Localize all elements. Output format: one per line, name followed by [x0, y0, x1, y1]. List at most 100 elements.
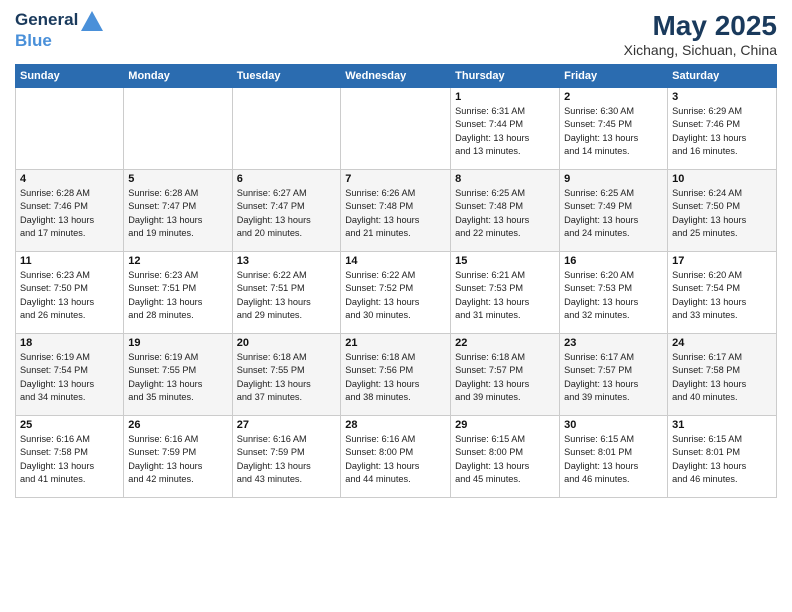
day-info: Sunrise: 6:25 AM Sunset: 7:48 PM Dayligh…: [455, 187, 555, 240]
calendar-cell: 4 Sunrise: 6:28 AM Sunset: 7:46 PM Daylig…: [16, 170, 124, 252]
day-number: 28: [345, 419, 446, 431]
calendar-week-row: 4 Sunrise: 6:28 AM Sunset: 7:46 PM Daylig…: [16, 170, 777, 252]
calendar-cell: 12 Sunrise: 6:23 AM Sunset: 7:51 PM Dayli…: [124, 252, 232, 334]
day-number: 24: [672, 337, 772, 349]
day-info: Sunrise: 6:15 AM Sunset: 8:00 PM Dayligh…: [455, 433, 555, 486]
calendar-week-row: 25 Sunrise: 6:16 AM Sunset: 7:58 PM Dayli…: [16, 416, 777, 498]
day-info: Sunrise: 6:19 AM Sunset: 7:55 PM Dayligh…: [128, 351, 227, 404]
day-number: 20: [237, 337, 337, 349]
calendar-cell: 7 Sunrise: 6:26 AM Sunset: 7:48 PM Daylig…: [341, 170, 451, 252]
day-info: Sunrise: 6:21 AM Sunset: 7:53 PM Dayligh…: [455, 269, 555, 322]
day-info: Sunrise: 6:22 AM Sunset: 7:51 PM Dayligh…: [237, 269, 337, 322]
day-info: Sunrise: 6:20 AM Sunset: 7:54 PM Dayligh…: [672, 269, 772, 322]
weekday-header: Tuesday: [232, 65, 341, 88]
day-info: Sunrise: 6:18 AM Sunset: 7:57 PM Dayligh…: [455, 351, 555, 404]
day-info: Sunrise: 6:28 AM Sunset: 7:47 PM Dayligh…: [128, 187, 227, 240]
calendar-cell: 24 Sunrise: 6:17 AM Sunset: 7:58 PM Dayli…: [668, 334, 777, 416]
day-number: 21: [345, 337, 446, 349]
day-info: Sunrise: 6:24 AM Sunset: 7:50 PM Dayligh…: [672, 187, 772, 240]
calendar-cell: 9Sunrise: 6:25 AM Sunset: 7:49 PM Daylig…: [560, 170, 668, 252]
weekday-header: Thursday: [451, 65, 560, 88]
day-number: 14: [345, 255, 446, 267]
calendar-cell: 8 Sunrise: 6:25 AM Sunset: 7:48 PM Daylig…: [451, 170, 560, 252]
day-number: 8: [455, 173, 555, 185]
day-info: Sunrise: 6:23 AM Sunset: 7:51 PM Dayligh…: [128, 269, 227, 322]
calendar-header-row: SundayMondayTuesdayWednesdayThursdayFrid…: [16, 65, 777, 88]
day-number: 7: [345, 173, 446, 185]
day-number: 11: [20, 255, 119, 267]
day-number: 4: [20, 173, 119, 185]
day-info: Sunrise: 6:18 AM Sunset: 7:55 PM Dayligh…: [237, 351, 337, 404]
calendar-cell: 11 Sunrise: 6:23 AM Sunset: 7:50 PM Dayli…: [16, 252, 124, 334]
page-header: General Blue May 2025 Xichang, Sichuan, …: [15, 10, 777, 58]
day-number: 1: [455, 91, 555, 103]
calendar-cell: 20 Sunrise: 6:18 AM Sunset: 7:55 PM Dayli…: [232, 334, 341, 416]
day-info: Sunrise: 6:15 AM Sunset: 8:01 PM Dayligh…: [564, 433, 663, 486]
calendar-cell: 23 Sunrise: 6:17 AM Sunset: 7:57 PM Dayli…: [560, 334, 668, 416]
calendar-cell: 31 Sunrise: 6:15 AM Sunset: 8:01 PM Dayli…: [668, 416, 777, 498]
day-info: Sunrise: 6:16 AM Sunset: 7:58 PM Dayligh…: [20, 433, 119, 486]
day-info: Sunrise: 6:17 AM Sunset: 7:57 PM Dayligh…: [564, 351, 663, 404]
day-info: Sunrise: 6:28 AM Sunset: 7:46 PM Dayligh…: [20, 187, 119, 240]
day-info: Sunrise: 6:17 AM Sunset: 7:58 PM Dayligh…: [672, 351, 772, 404]
day-number: 3: [672, 91, 772, 103]
calendar-cell: 21Sunrise: 6:18 AM Sunset: 7:56 PM Dayli…: [341, 334, 451, 416]
calendar-cell: [232, 88, 341, 170]
month-title: May 2025: [624, 10, 777, 42]
logo: General Blue: [15, 10, 103, 50]
logo-blue: Blue: [15, 31, 103, 51]
calendar-cell: [341, 88, 451, 170]
title-block: May 2025 Xichang, Sichuan, China: [624, 10, 777, 58]
day-number: 9: [564, 173, 663, 185]
day-number: 2: [564, 91, 663, 103]
calendar-cell: 14Sunrise: 6:22 AM Sunset: 7:52 PM Dayli…: [341, 252, 451, 334]
day-info: Sunrise: 6:15 AM Sunset: 8:01 PM Dayligh…: [672, 433, 772, 486]
day-number: 19: [128, 337, 227, 349]
day-number: 10: [672, 173, 772, 185]
day-number: 5: [128, 173, 227, 185]
calendar-cell: 25 Sunrise: 6:16 AM Sunset: 7:58 PM Dayli…: [16, 416, 124, 498]
weekday-header: Sunday: [16, 65, 124, 88]
day-number: 12: [128, 255, 227, 267]
day-number: 23: [564, 337, 663, 349]
calendar-cell: 16 Sunrise: 6:20 AM Sunset: 7:53 PM Dayli…: [560, 252, 668, 334]
day-number: 6: [237, 173, 337, 185]
calendar-week-row: 18 Sunrise: 6:19 AM Sunset: 7:54 PM Dayli…: [16, 334, 777, 416]
day-info: Sunrise: 6:19 AM Sunset: 7:54 PM Dayligh…: [20, 351, 119, 404]
weekday-header: Monday: [124, 65, 232, 88]
day-info: Sunrise: 6:20 AM Sunset: 7:53 PM Dayligh…: [564, 269, 663, 322]
day-number: 29: [455, 419, 555, 431]
day-number: 25: [20, 419, 119, 431]
calendar-cell: 2 Sunrise: 6:30 AM Sunset: 7:45 PM Daylig…: [560, 88, 668, 170]
calendar-cell: 13Sunrise: 6:22 AM Sunset: 7:51 PM Dayli…: [232, 252, 341, 334]
day-info: Sunrise: 6:23 AM Sunset: 7:50 PM Dayligh…: [20, 269, 119, 322]
day-info: Sunrise: 6:30 AM Sunset: 7:45 PM Dayligh…: [564, 105, 663, 158]
day-number: 27: [237, 419, 337, 431]
day-number: 22: [455, 337, 555, 349]
day-info: Sunrise: 6:31 AM Sunset: 7:44 PM Dayligh…: [455, 105, 555, 158]
logo-icon: [81, 11, 103, 31]
calendar-cell: 22 Sunrise: 6:18 AM Sunset: 7:57 PM Dayli…: [451, 334, 560, 416]
day-info: Sunrise: 6:29 AM Sunset: 7:46 PM Dayligh…: [672, 105, 772, 158]
weekday-header: Friday: [560, 65, 668, 88]
calendar-cell: 27Sunrise: 6:16 AM Sunset: 7:59 PM Dayli…: [232, 416, 341, 498]
calendar-week-row: 1 Sunrise: 6:31 AM Sunset: 7:44 PM Daylig…: [16, 88, 777, 170]
day-number: 18: [20, 337, 119, 349]
calendar-cell: 29 Sunrise: 6:15 AM Sunset: 8:00 PM Dayli…: [451, 416, 560, 498]
calendar-cell: [16, 88, 124, 170]
day-number: 15: [455, 255, 555, 267]
day-info: Sunrise: 6:27 AM Sunset: 7:47 PM Dayligh…: [237, 187, 337, 240]
calendar-cell: 6 Sunrise: 6:27 AM Sunset: 7:47 PM Daylig…: [232, 170, 341, 252]
calendar-cell: 26Sunrise: 6:16 AM Sunset: 7:59 PM Dayli…: [124, 416, 232, 498]
weekday-header: Wednesday: [341, 65, 451, 88]
calendar-cell: 15 Sunrise: 6:21 AM Sunset: 7:53 PM Dayli…: [451, 252, 560, 334]
calendar-cell: 5 Sunrise: 6:28 AM Sunset: 7:47 PM Daylig…: [124, 170, 232, 252]
day-number: 26: [128, 419, 227, 431]
calendar-week-row: 11 Sunrise: 6:23 AM Sunset: 7:50 PM Dayli…: [16, 252, 777, 334]
day-number: 31: [672, 419, 772, 431]
day-number: 16: [564, 255, 663, 267]
logo-text: General: [15, 10, 103, 31]
day-info: Sunrise: 6:26 AM Sunset: 7:48 PM Dayligh…: [345, 187, 446, 240]
calendar-cell: 10 Sunrise: 6:24 AM Sunset: 7:50 PM Dayli…: [668, 170, 777, 252]
calendar-cell: 28Sunrise: 6:16 AM Sunset: 8:00 PM Dayli…: [341, 416, 451, 498]
